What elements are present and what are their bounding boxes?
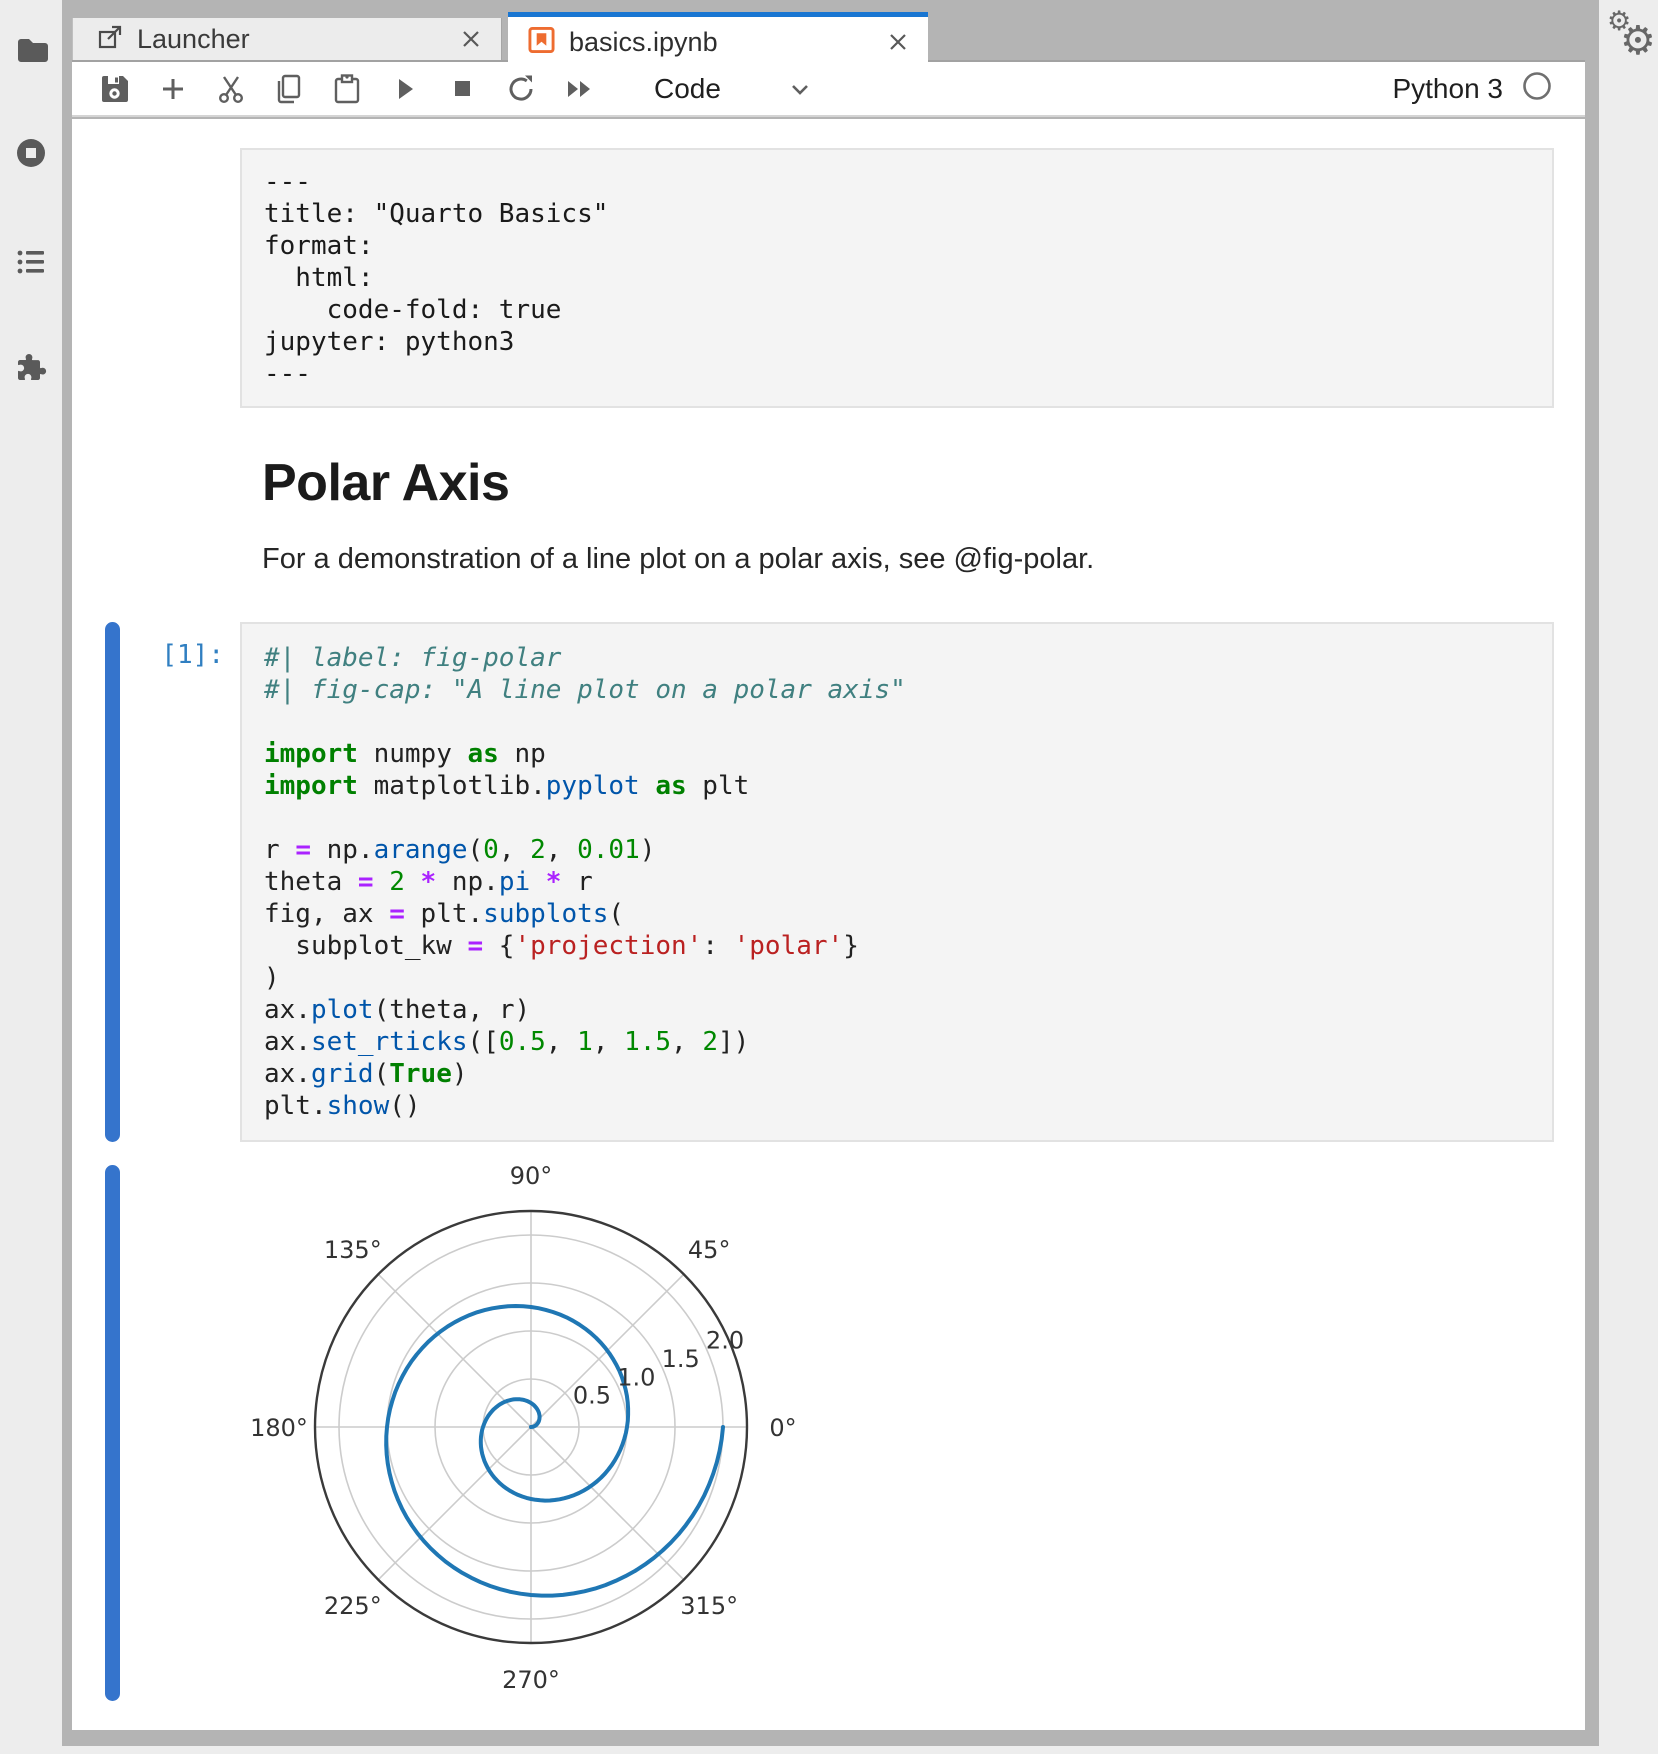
svg-text:1.5: 1.5 <box>662 1345 700 1373</box>
notebook-icon <box>528 26 555 59</box>
run-all-button[interactable] <box>562 72 596 106</box>
svg-text:135°: 135° <box>324 1236 382 1264</box>
save-icon <box>98 72 132 106</box>
clipboard-icon <box>330 72 364 106</box>
kernel-name[interactable]: Python 3 <box>1392 73 1503 105</box>
cell-output-collapser[interactable] <box>105 1165 120 1701</box>
notebook-content: ---title: "Quarto Basics"format: html: c… <box>72 119 1585 1730</box>
tab-launcher[interactable]: Launcher <box>72 18 502 60</box>
svg-text:2.0: 2.0 <box>706 1327 744 1355</box>
bottom-strip <box>0 1746 1658 1754</box>
sidebar-item-file-browser[interactable] <box>14 33 48 67</box>
markdown-heading: Polar Axis <box>262 453 509 513</box>
jupyterlab-window: { "tabs": { "launcher": { "label": "Laun… <box>0 0 1658 1754</box>
play-icon <box>388 72 422 106</box>
copy-cells-button[interactable] <box>272 72 306 106</box>
svg-text:315°: 315° <box>680 1592 738 1620</box>
copy-icon <box>272 72 306 106</box>
add-cell-button[interactable] <box>156 72 190 106</box>
svg-text:0°: 0° <box>769 1414 796 1442</box>
polar-axis-chart: 0° 45° 90° 135° 180° 225° 270° 315° 0.51.01.52.0 <box>221 1147 841 1717</box>
run-button[interactable] <box>388 72 422 106</box>
markdown-paragraph: For a demonstration of a line plot on a … <box>262 543 1094 576</box>
svg-text:1.0: 1.0 <box>617 1363 655 1391</box>
kernel-idle-circle-icon <box>1521 70 1553 102</box>
svg-text:180°: 180° <box>250 1414 308 1442</box>
gear-large-icon: ⚙ <box>1620 18 1656 64</box>
notebook-toolbar: Code Python 3 <box>72 62 1585 117</box>
stop-circle-icon <box>14 136 48 170</box>
restart-kernel-button[interactable] <box>504 72 538 106</box>
sidebar-item-extension-manager[interactable] <box>14 350 48 384</box>
stop-icon <box>446 72 480 106</box>
sidebar-item-running-kernels[interactable] <box>14 136 48 170</box>
svg-text:90°: 90° <box>510 1162 553 1190</box>
code-cell-editor[interactable]: #| label: fig-polar#| fig-cap: "A line p… <box>240 622 1554 1142</box>
cell-input-collapser[interactable] <box>105 622 120 1142</box>
list-icon <box>14 245 48 279</box>
folder-icon <box>14 33 48 67</box>
cell-type-dropdown[interactable]: Code <box>654 73 813 105</box>
puzzle-icon <box>14 350 48 384</box>
close-icon[interactable] <box>886 30 910 54</box>
cut-cells-button[interactable] <box>214 72 248 106</box>
save-button[interactable] <box>98 72 132 106</box>
right-margin-strip: ⚙ ⚙ <box>1599 0 1658 1746</box>
launcher-icon <box>97 24 123 55</box>
raw-cell-yaml[interactable]: ---title: "Quarto Basics"format: html: c… <box>240 148 1554 408</box>
polar-plot-output: 0° 45° 90° 135° 180° 225° 270° 315° 0.51.01.52.0 <box>221 1147 841 1717</box>
close-icon[interactable] <box>459 27 483 51</box>
refresh-icon <box>504 72 538 106</box>
tab-bar: Launcher basics.ipynb <box>72 12 1585 62</box>
svg-text:270°: 270° <box>502 1666 560 1694</box>
activity-bar <box>0 0 62 1746</box>
settings-gears-icon[interactable]: ⚙ ⚙ <box>1599 0 1658 90</box>
chevron-down-icon <box>787 76 813 102</box>
kernel-status-indicator[interactable] <box>1521 70 1553 107</box>
tab-label: Launcher <box>137 24 250 55</box>
tab-label: basics.ipynb <box>569 27 718 58</box>
sidebar-item-table-of-contents[interactable] <box>14 245 48 279</box>
main-panel: Launcher basics.ipynb <box>72 0 1585 1730</box>
paste-cells-button[interactable] <box>330 72 364 106</box>
svg-text:225°: 225° <box>324 1592 382 1620</box>
tab-notebook-active[interactable]: basics.ipynb <box>508 12 928 67</box>
svg-text:45°: 45° <box>688 1236 731 1264</box>
scissors-icon <box>214 72 248 106</box>
stop-button[interactable] <box>446 72 480 106</box>
fast-forward-icon <box>562 72 596 106</box>
plus-icon <box>156 72 190 106</box>
svg-text:0.5: 0.5 <box>573 1382 611 1410</box>
cell-type-value: Code <box>654 73 721 105</box>
execution-count-prompt: [1]: <box>102 640 224 670</box>
